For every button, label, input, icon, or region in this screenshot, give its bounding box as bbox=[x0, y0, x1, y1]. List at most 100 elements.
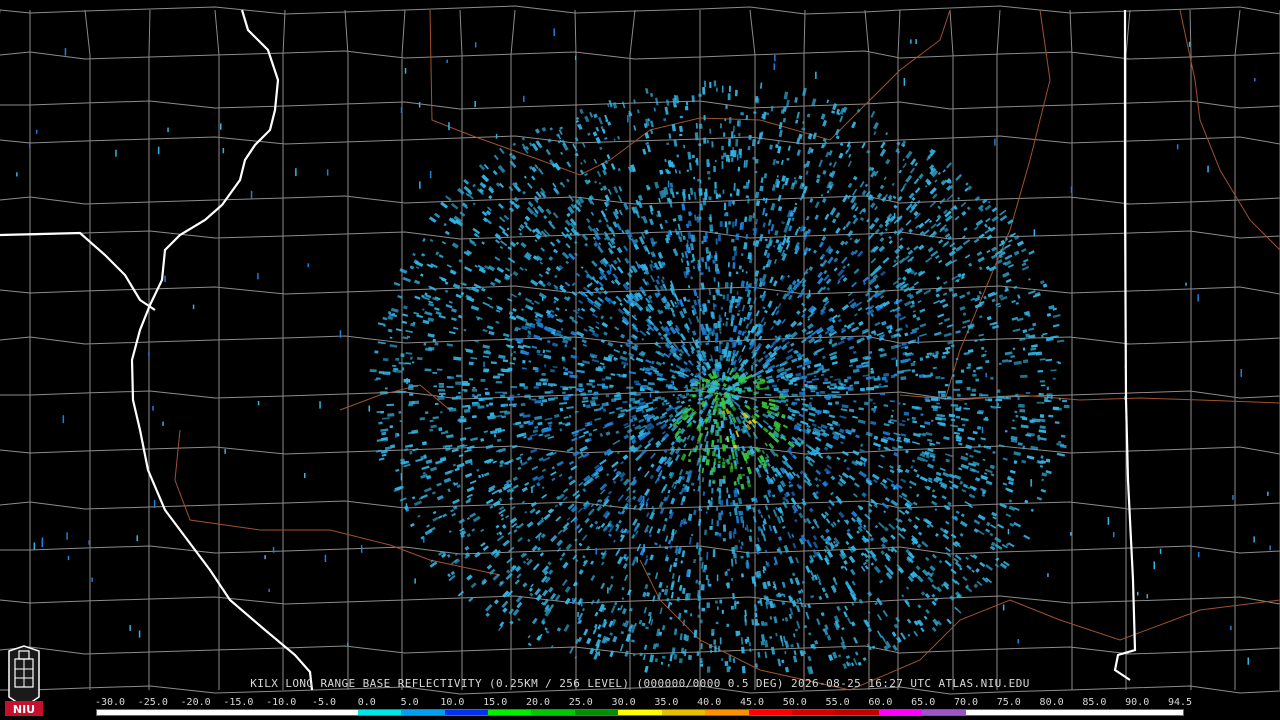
echo-pixel bbox=[506, 557, 513, 564]
echo-pixel bbox=[781, 640, 784, 647]
echo-pixel bbox=[717, 281, 720, 288]
echo-pixel bbox=[579, 445, 588, 453]
echo-pixel bbox=[781, 659, 785, 664]
echo-pixel bbox=[1045, 358, 1053, 362]
echo-pixel bbox=[969, 454, 974, 458]
echo-pixel bbox=[583, 159, 587, 164]
echo-pixel bbox=[498, 508, 506, 515]
echo-pixel bbox=[768, 524, 773, 532]
echo-pixel bbox=[620, 333, 626, 339]
echo-pixel bbox=[975, 219, 984, 227]
echo-pixel bbox=[682, 296, 687, 302]
echo-pixel bbox=[906, 418, 910, 421]
echo-pixel bbox=[653, 107, 656, 112]
echo-pixel bbox=[901, 420, 906, 423]
echo-pixel bbox=[754, 391, 759, 394]
echo-pixel bbox=[455, 381, 462, 385]
echo-pixel bbox=[729, 302, 734, 308]
echo-pixel bbox=[881, 376, 887, 381]
echo-pixel bbox=[703, 137, 707, 144]
echo-pixel bbox=[764, 651, 768, 659]
echo-pixel bbox=[455, 395, 462, 399]
echo-pixel bbox=[716, 574, 719, 582]
echo-pixel bbox=[508, 207, 515, 213]
echo-pixel bbox=[916, 200, 921, 204]
echo-pixel bbox=[887, 548, 891, 552]
radar-map bbox=[0, 5, 1280, 695]
echo-pixel bbox=[616, 246, 623, 254]
echo-pixel bbox=[639, 652, 643, 657]
echo-pixel bbox=[541, 468, 547, 473]
echo-pixel bbox=[480, 541, 486, 547]
echo-pixel bbox=[674, 557, 678, 562]
echo-pixel bbox=[781, 175, 786, 182]
echo-pixel bbox=[595, 598, 601, 604]
echo-pixel bbox=[668, 413, 674, 419]
echo-pixel bbox=[665, 402, 670, 405]
echo-pixel bbox=[607, 188, 612, 195]
echo-pixel bbox=[912, 420, 918, 424]
echo-pixel bbox=[719, 637, 722, 645]
echo-pixel bbox=[484, 388, 488, 390]
echo-pixel bbox=[1056, 452, 1066, 457]
echo-pixel bbox=[693, 288, 698, 297]
echo-pixel bbox=[977, 366, 983, 370]
echo-pixel bbox=[957, 196, 961, 201]
echo-pixel bbox=[893, 204, 898, 209]
echo-pixel bbox=[614, 326, 620, 331]
echo-pixel bbox=[708, 196, 712, 201]
echo-pixel bbox=[835, 396, 842, 398]
echo-pixel bbox=[550, 592, 557, 600]
echo-pixel bbox=[863, 553, 869, 559]
echo-pixel bbox=[545, 349, 552, 353]
echo-pixel bbox=[818, 478, 822, 483]
echo-pixel bbox=[668, 352, 672, 357]
echo-pixel bbox=[860, 552, 865, 557]
echo-pixel bbox=[607, 490, 612, 495]
echo-pixel bbox=[644, 229, 649, 235]
echo-pixel bbox=[470, 305, 480, 312]
echo-pixel bbox=[968, 493, 976, 499]
echo-pixel bbox=[722, 461, 726, 466]
echo-pixel bbox=[714, 231, 718, 234]
echo-pixel bbox=[429, 238, 434, 243]
echo-pixel bbox=[979, 266, 983, 271]
echo-pixel bbox=[728, 271, 732, 277]
echo-pixel bbox=[604, 136, 608, 140]
echo-pixel bbox=[486, 564, 493, 570]
echo-pixel bbox=[446, 386, 454, 388]
echo-pixel bbox=[724, 282, 729, 288]
echo-pixel bbox=[945, 520, 950, 525]
echo-pixel bbox=[564, 226, 570, 233]
echo-pixel bbox=[764, 309, 768, 314]
echo-pixel bbox=[1045, 458, 1051, 463]
echo-pixel bbox=[369, 369, 377, 373]
echo-pixel bbox=[734, 298, 739, 303]
echo-pixel bbox=[919, 424, 926, 428]
echo-pixel bbox=[807, 312, 814, 319]
echo-pixel bbox=[808, 507, 814, 513]
echo-pixel bbox=[835, 227, 841, 234]
echo-pixel bbox=[976, 251, 983, 257]
echo-pixel bbox=[444, 430, 449, 434]
echo-pixel bbox=[1046, 313, 1052, 317]
echo-pixel bbox=[931, 494, 937, 499]
echo-pixel bbox=[679, 115, 683, 119]
echo-pixel bbox=[398, 411, 402, 414]
echo-pixel bbox=[697, 299, 702, 308]
echo-pixel bbox=[714, 531, 718, 536]
echo-pixel bbox=[671, 573, 675, 579]
echo-pixel bbox=[1026, 455, 1035, 460]
echo-pixel bbox=[540, 402, 543, 407]
echo-pixel bbox=[872, 442, 881, 448]
echo-pixel bbox=[764, 387, 770, 390]
echo-pixel bbox=[961, 488, 967, 493]
echo-pixel bbox=[690, 482, 695, 486]
echo-pixel bbox=[584, 115, 590, 123]
echo-pixel bbox=[534, 239, 538, 243]
echo-pixel bbox=[600, 125, 604, 130]
echo-pixel bbox=[664, 419, 669, 424]
echo-pixel bbox=[896, 141, 901, 146]
echo-pixel bbox=[485, 612, 490, 617]
echo-pixel bbox=[852, 415, 858, 419]
